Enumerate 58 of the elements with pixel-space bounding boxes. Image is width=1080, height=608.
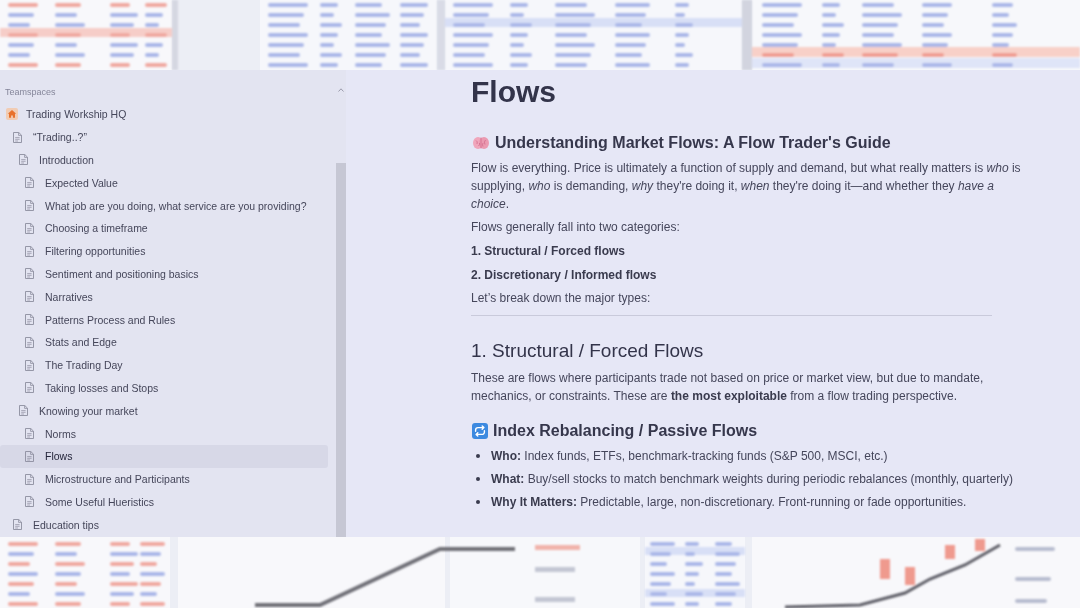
page-icon [25,245,34,257]
section-heading: 1. Structural / Forced Flows [471,339,704,363]
scrollbar-thumb[interactable] [336,163,346,537]
sidebar-page-item[interactable]: Microstructure and Participants [0,467,328,491]
category-label: 1. Structural / Forced flows [471,243,626,260]
paragraph: Let’s break down the major types: [471,290,652,307]
page-icon [25,496,34,508]
bullet-item: What: Buy/sell stocks to match benchmark weights during periodic rebalances (monthly, quarterly) [491,471,1013,488]
page-icon [25,291,34,303]
sidebar-page-item[interactable]: Knowing your market [0,399,328,423]
category-label: 2. Discretionary / Informed flows [471,267,657,284]
sidebar-page-item[interactable]: Trading Workship HQ [0,103,328,126]
bullet-icon [476,477,480,481]
page-icon [25,268,34,280]
page-icon [25,450,34,462]
sidebar-page-item[interactable]: Narratives [0,285,328,309]
page-icon [25,314,34,326]
page-icon [25,336,34,348]
page-icon [13,519,22,531]
bullet-item: Why It Matters: Predictable, large, non-discretionary. Front-running or fade opportunities. [491,494,967,511]
page-title: Flows [471,74,556,110]
bullet-icon [476,500,480,504]
bullet-icon [476,454,480,458]
sidebar-page-item[interactable]: Introduction [0,148,328,172]
bullet-item: Who: Index funds, ETFs, benchmark-tracking funds (S&P 500, MSCI, etc.) [491,448,888,465]
sidebar-page-item[interactable]: Taking losses and Stops [0,376,328,400]
brain-icon [473,136,489,150]
page-icon [25,473,34,485]
house-icon [6,108,18,121]
paragraph: Flow is everything. Price is ultimately a function of supply and demand, but what really matters is who is supplying, who is demanding, why they're doing it, when they're doing it—and whether they have a choice. [471,160,1022,213]
page-icon [25,382,34,394]
page-icon [25,177,34,189]
sidebar-page-item[interactable]: Sentiment and positioning basics [0,262,328,286]
sidebar-page-item[interactable]: Flows [0,444,328,468]
sidebar-page-item[interactable]: The Trading Day [0,353,328,377]
sidebar-page-item[interactable]: Stats and Edge [0,330,328,354]
section-label: Teamspaces [4,86,56,99]
paragraph: Flows generally fall into two categories: [471,219,681,236]
page-icon [25,428,34,440]
sidebar-page-item[interactable]: “Trading..?” [0,125,328,149]
page-icon [25,359,34,371]
sidebar-page-item[interactable]: Norms [0,422,328,445]
sidebar-page-item[interactable]: Education tips [0,513,328,537]
sidebar-page-item[interactable]: Expected Value [0,171,328,195]
sidebar-page-item[interactable]: Choosing a timeframe [0,217,328,240]
sidebar-page-item[interactable]: Some Useful Hueristics [0,490,328,514]
page-icon [13,131,22,143]
guide-heading: Understanding Market Flows: A Flow Trader's Guide [495,133,891,153]
page-icon [19,154,28,166]
page-icon [25,222,34,234]
sidebar-page-item[interactable]: What job are you doing, what service are you providing? [0,194,328,217]
paragraph: These are flows where participants trade not based on price or market view, but due to mandate, mechanics, or constraints. These are the most exploitable from a flow trading perspective. [471,370,985,405]
repeat-arrows-icon [472,423,488,439]
page-icon [19,405,28,417]
page-icon [25,200,34,212]
sidebar-page-item[interactable]: Patterns Process and Rules [0,308,328,331]
subsection-heading: Index Rebalancing / Passive Flows [493,421,758,441]
sidebar-page-item[interactable]: Filtering opportunities [0,239,328,263]
